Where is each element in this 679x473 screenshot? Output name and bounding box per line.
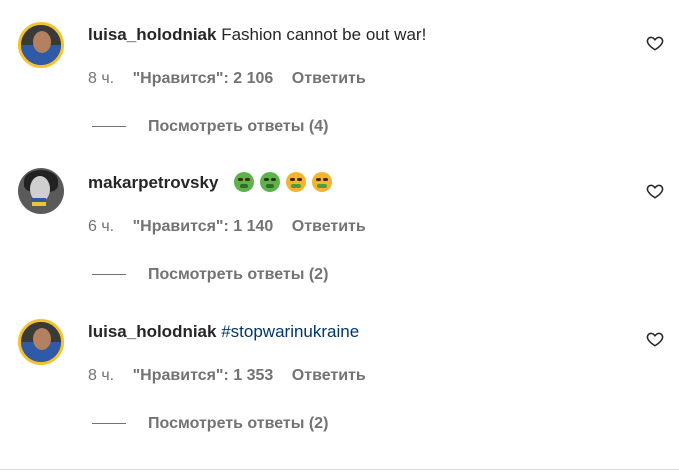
nauseated-face-icon xyxy=(259,172,280,192)
comment-time[interactable]: 8 ч. xyxy=(88,367,114,384)
comment-likes[interactable]: "Нравится": 1 140 xyxy=(133,218,274,235)
comment-username[interactable]: makarpetrovsky xyxy=(88,173,218,192)
comment-item: luisa_holodniak Fashion cannot be out wa… xyxy=(0,12,679,160)
avatar[interactable] xyxy=(18,319,64,365)
vomiting-face-icon xyxy=(311,172,332,192)
view-replies-button[interactable]: Посмотреть ответы (2) xyxy=(92,415,328,433)
replies-divider xyxy=(92,274,126,276)
bottom-divider xyxy=(0,469,679,470)
comment-time[interactable]: 8 ч. xyxy=(88,70,114,87)
reply-button[interactable]: Ответить xyxy=(292,70,366,87)
view-replies-label: Посмотреть ответы (2) xyxy=(148,266,329,283)
replies-divider xyxy=(92,126,126,128)
avatar[interactable] xyxy=(18,168,64,214)
comment-likes[interactable]: "Нравится": 2 106 xyxy=(133,70,274,87)
comment-meta: 8 ч. "Нравится": 2 106 Ответить xyxy=(88,70,380,88)
comment-text: Fashion cannot be out war! xyxy=(221,25,427,44)
comment-meta: 6 ч. "Нравится": 1 140 Ответить xyxy=(88,218,380,236)
comment-body: makarpetrovsky xyxy=(88,172,338,194)
comment-body: luisa_holodniak Fashion cannot be out wa… xyxy=(88,24,426,46)
view-replies-label: Посмотреть ответы (4) xyxy=(148,118,329,135)
reply-button[interactable]: Ответить xyxy=(292,367,366,384)
comment-hashtag-link[interactable]: #stopwarinukraine xyxy=(221,322,359,341)
comment-likes[interactable]: "Нравится": 1 353 xyxy=(133,367,274,384)
comment-username[interactable]: luisa_holodniak xyxy=(88,322,216,341)
view-replies-button[interactable]: Посмотреть ответы (2) xyxy=(92,266,328,284)
heart-outline-icon[interactable] xyxy=(646,182,664,200)
view-replies-button[interactable]: Посмотреть ответы (4) xyxy=(92,118,328,136)
nauseated-face-icon xyxy=(233,172,254,192)
view-replies-label: Посмотреть ответы (2) xyxy=(148,415,329,432)
reply-button[interactable]: Ответить xyxy=(292,218,366,235)
comment-body: luisa_holodniak #stopwarinukraine xyxy=(88,321,359,343)
vomiting-face-icon xyxy=(285,172,306,192)
comment-item: makarpetrovsky 6 ч. "Нравится": 1 140 От… xyxy=(0,160,679,308)
heart-outline-icon[interactable] xyxy=(646,330,664,348)
comment-meta: 8 ч. "Нравится": 1 353 Ответить xyxy=(88,367,380,385)
avatar[interactable] xyxy=(18,22,64,68)
comment-item: luisa_holodniak #stopwarinukraine 8 ч. "… xyxy=(0,309,679,457)
comment-username[interactable]: luisa_holodniak xyxy=(88,25,216,44)
heart-outline-icon[interactable] xyxy=(646,34,664,52)
replies-divider xyxy=(92,423,126,425)
comment-time[interactable]: 6 ч. xyxy=(88,218,114,235)
